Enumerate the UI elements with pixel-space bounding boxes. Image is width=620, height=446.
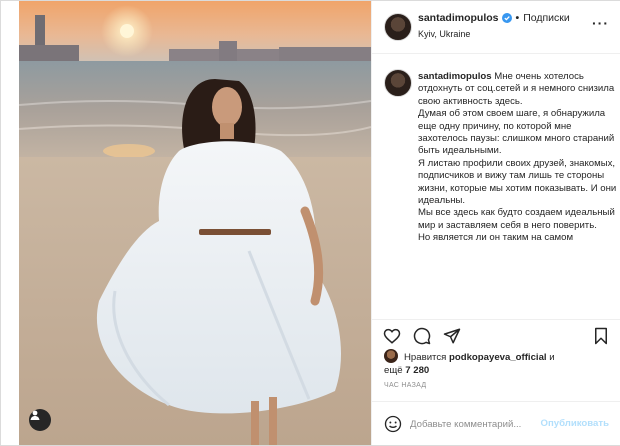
likes-row: Нравится podkopayeva_official и bbox=[384, 349, 616, 364]
verified-badge-icon bbox=[501, 13, 512, 23]
post-timestamp[interactable]: ЧАС НАЗАД bbox=[384, 382, 426, 389]
liker-username-link[interactable]: podkopayeva_official bbox=[449, 352, 547, 363]
beach-photo-illustration bbox=[19, 1, 371, 445]
comment-icon[interactable] bbox=[412, 326, 432, 346]
likes-prefix: Нравится bbox=[404, 352, 447, 363]
post-header: santadimopulos • Подписки Kyiv, Ukraine … bbox=[372, 1, 620, 54]
paper-plane-icon[interactable] bbox=[442, 326, 462, 346]
post-photo[interactable] bbox=[19, 1, 371, 445]
action-bar bbox=[372, 319, 620, 349]
caption-paragraph: Думая об этом своем шаге, я обнаружила е… bbox=[418, 108, 615, 157]
likes-summary: Нравится podkopayeva_official и ещё 7 28… bbox=[384, 349, 616, 377]
post-side-panel: santadimopulos • Подписки Kyiv, Ukraine … bbox=[371, 1, 620, 445]
following-button[interactable]: Подписки bbox=[523, 12, 570, 24]
comment-input[interactable] bbox=[410, 416, 560, 432]
liker-avatar[interactable] bbox=[384, 349, 398, 363]
publish-button[interactable]: Опубликовать bbox=[540, 418, 609, 429]
location-link[interactable]: Kyiv, Ukraine bbox=[418, 29, 470, 39]
caption-first-paragraph: santadimopulos Мне очень хотелось отдохн… bbox=[386, 71, 617, 108]
heart-icon[interactable] bbox=[382, 326, 402, 346]
separator-dot: • bbox=[515, 12, 520, 24]
likes-suffix: и bbox=[549, 352, 555, 363]
caption-paragraph: Но является ли он таким на самом bbox=[418, 232, 574, 244]
user-tag-icon[interactable] bbox=[29, 409, 51, 431]
header-user-line: santadimopulos • Подписки bbox=[418, 12, 570, 24]
avatar[interactable] bbox=[384, 13, 412, 41]
likes-count: 7 280 bbox=[405, 365, 430, 376]
caption: santadimopulos Мне очень хотелось отдохн… bbox=[372, 55, 620, 319]
caption-paragraph: Мы все здесь как будто создаем идеальный… bbox=[418, 207, 615, 231]
more-options-icon[interactable]: ··· bbox=[592, 15, 609, 31]
caption-paragraph: Я листаю профили своих друзей, знакомых,… bbox=[418, 157, 617, 207]
likes-more-prefix: ещё bbox=[384, 365, 403, 376]
bookmark-icon[interactable] bbox=[591, 326, 611, 346]
comment-form: Опубликовать bbox=[372, 401, 620, 445]
caption-username-link[interactable]: santadimopulos bbox=[418, 71, 492, 82]
smiley-icon[interactable] bbox=[384, 415, 402, 433]
instagram-post: santadimopulos • Подписки Kyiv, Ukraine … bbox=[0, 0, 620, 446]
likes-count-row[interactable]: ещё 7 280 bbox=[384, 364, 616, 377]
username-link[interactable]: santadimopulos bbox=[418, 12, 499, 24]
caption-text: santadimopulos Мне очень хотелось отдохн… bbox=[386, 71, 617, 245]
